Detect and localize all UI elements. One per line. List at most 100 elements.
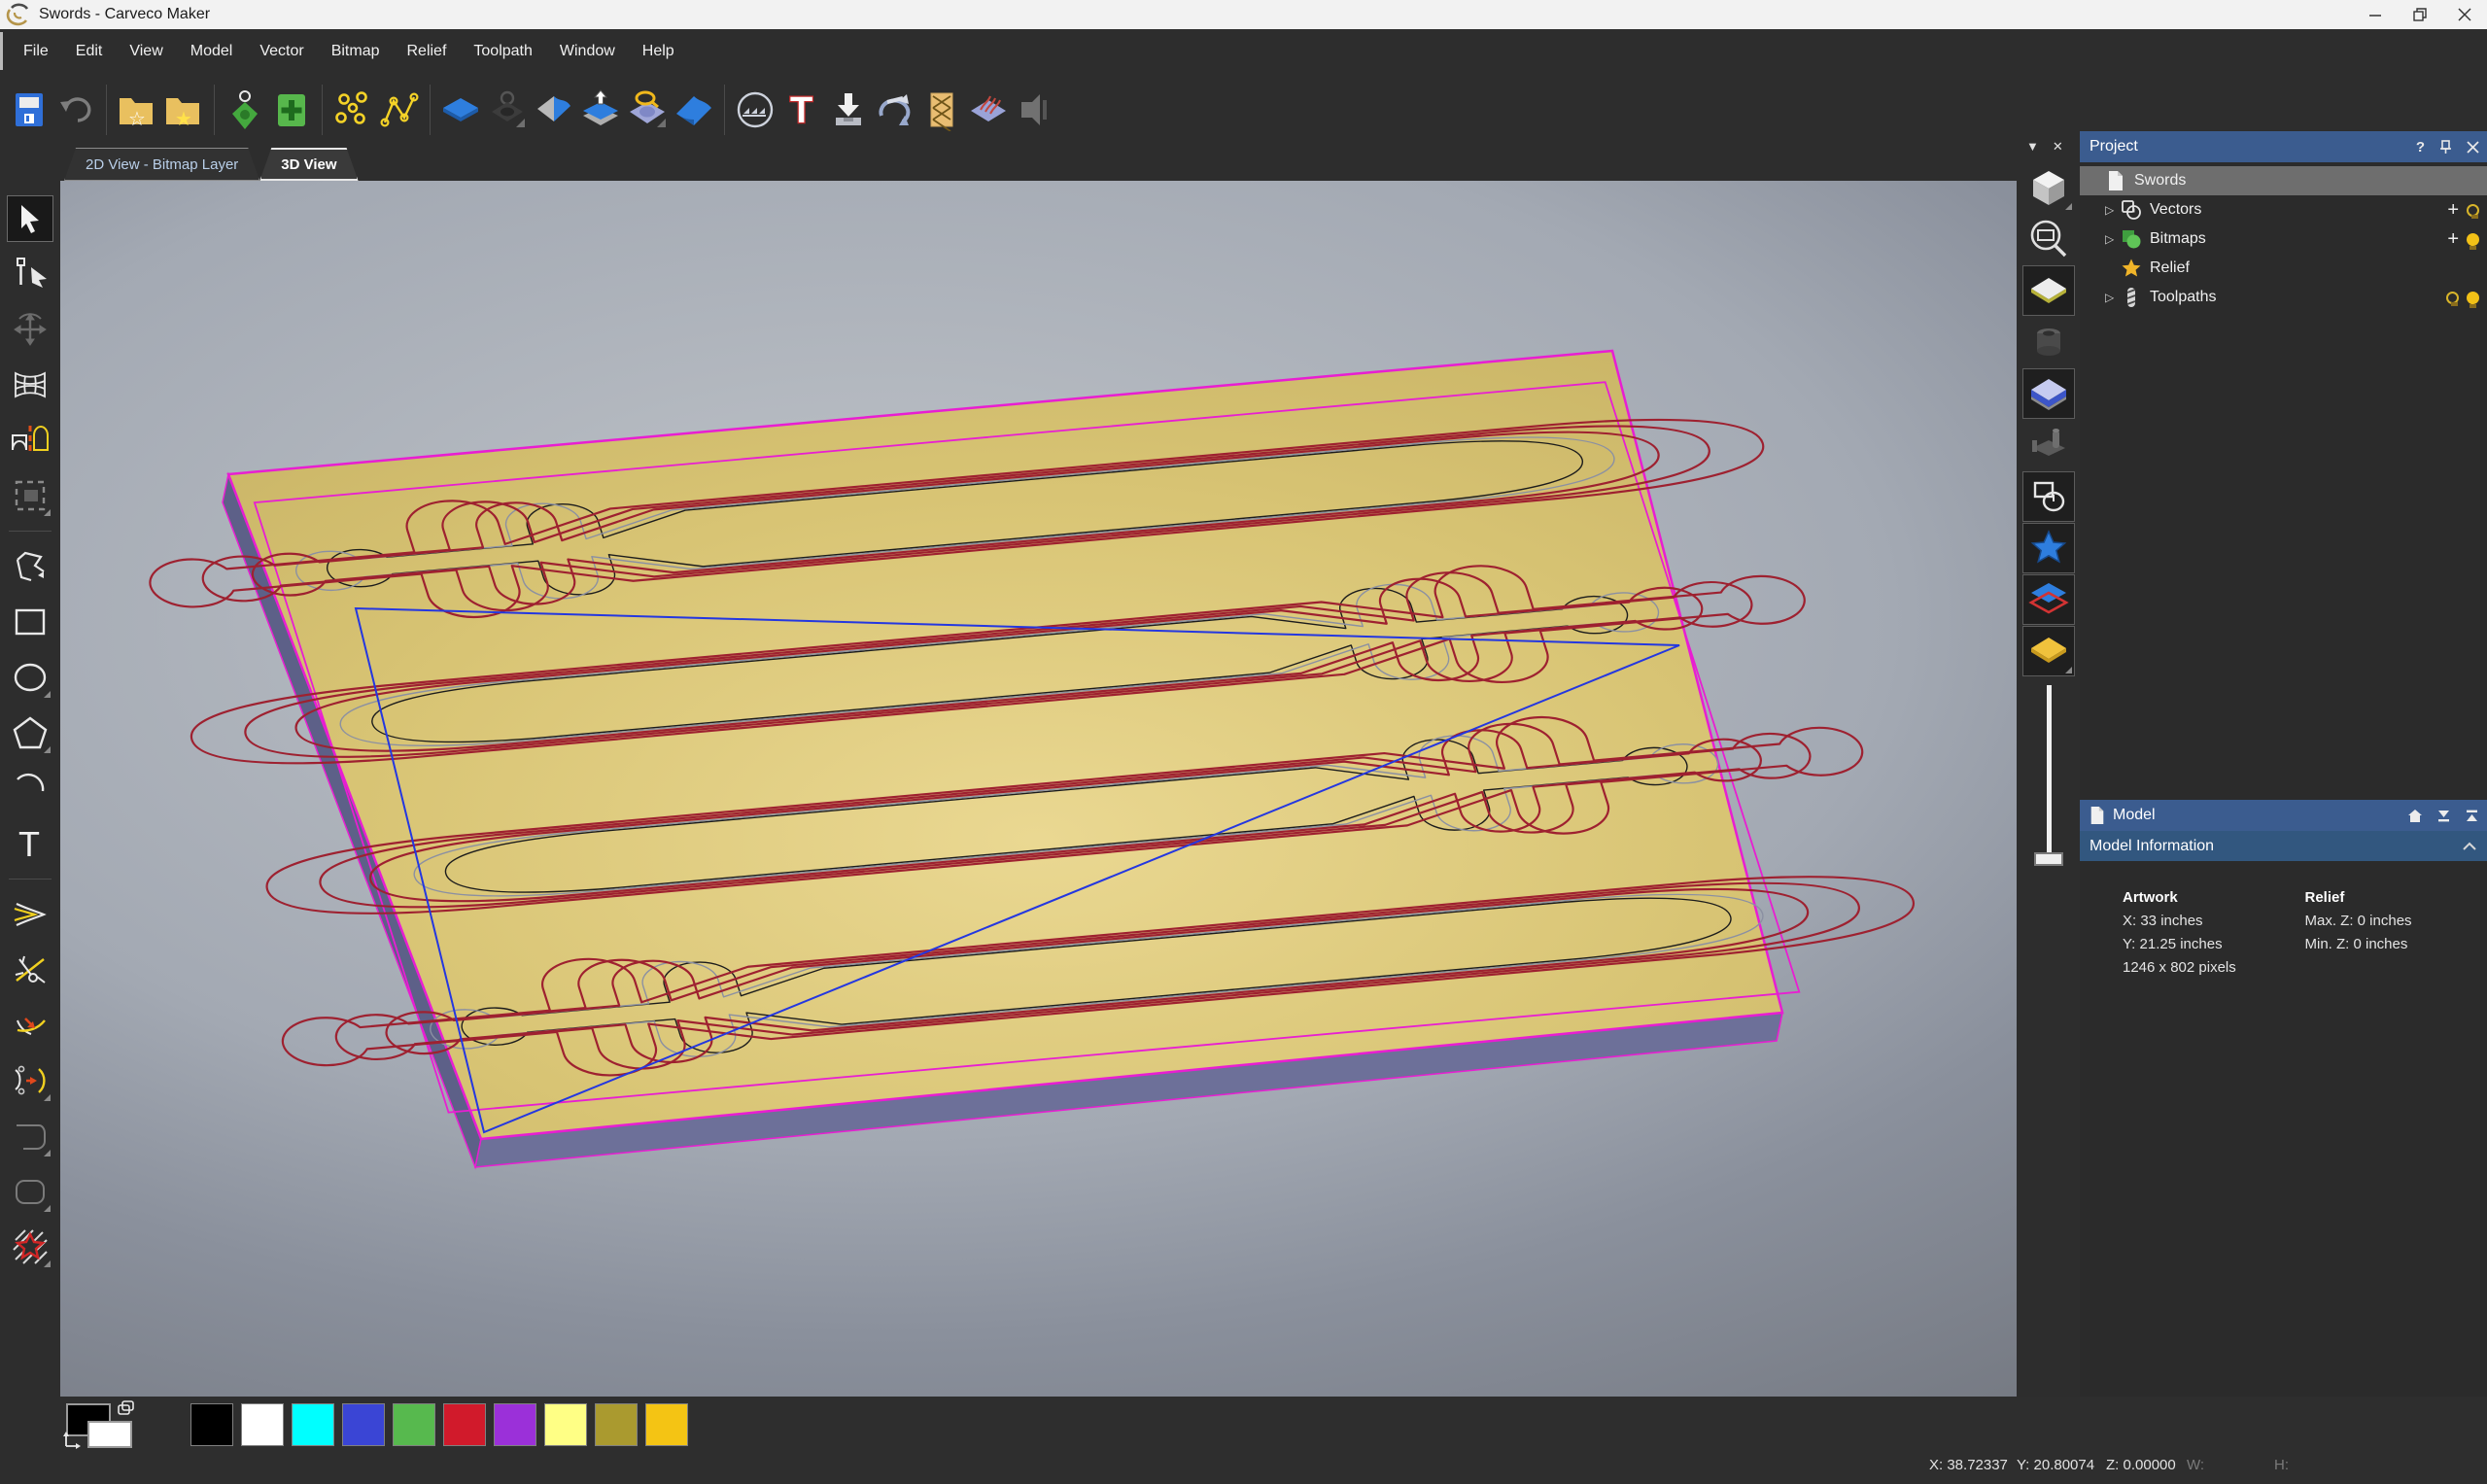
trim-vectors-tool[interactable] xyxy=(8,948,52,992)
model-information-header[interactable]: Model Information xyxy=(2080,831,2487,861)
menu-help[interactable]: Help xyxy=(629,37,688,66)
palette-swatch-black[interactable] xyxy=(190,1403,233,1446)
dock-top-icon[interactable] xyxy=(2465,809,2479,823)
panel-close-icon[interactable]: ✕ xyxy=(2053,139,2063,155)
isometric-view-button[interactable] xyxy=(2023,163,2074,212)
palette-swatch-red[interactable] xyxy=(443,1403,486,1446)
dock-bottom-icon[interactable] xyxy=(2436,809,2451,823)
tab-3d-view[interactable]: 3D View xyxy=(259,148,358,181)
zoom-to-box-button[interactable] xyxy=(2023,215,2074,263)
fillet-tool[interactable] xyxy=(8,1003,52,1048)
model-panel-header[interactable]: Model xyxy=(2080,800,2487,831)
palette-swatch-white[interactable] xyxy=(241,1403,284,1446)
menu-edit[interactable]: Edit xyxy=(62,37,117,66)
slider-handle[interactable] xyxy=(2034,852,2063,866)
weave-wizard-button[interactable] xyxy=(918,81,965,139)
swap-colors-icon[interactable] xyxy=(62,1431,82,1450)
restore-button[interactable] xyxy=(2398,0,2442,29)
palette-swatch-olive[interactable] xyxy=(595,1403,638,1446)
shade-slider[interactable] xyxy=(2023,685,2074,880)
create-polyline-tool[interactable] xyxy=(8,544,52,589)
join-vectors-tool[interactable] xyxy=(8,1058,52,1103)
palette-swatch-gold[interactable] xyxy=(645,1403,688,1446)
relief-pin-button[interactable] xyxy=(484,81,531,139)
select-tool[interactable] xyxy=(8,196,52,241)
render-relief-button[interactable] xyxy=(732,81,778,139)
primary-secondary-colors[interactable] xyxy=(62,1399,190,1450)
palette-swatch-cyan[interactable] xyxy=(292,1403,334,1446)
add-bitmap-layer-icon[interactable]: + xyxy=(2447,233,2459,246)
save-model-button[interactable]: ★ xyxy=(160,81,207,139)
expand-arrow-icon[interactable]: ▷ xyxy=(2105,203,2119,217)
menu-bitmap[interactable]: Bitmap xyxy=(318,37,394,66)
menu-relief[interactable]: Relief xyxy=(393,37,460,66)
secondary-color-swatch[interactable] xyxy=(87,1421,132,1448)
undo-button[interactable] xyxy=(52,81,99,139)
slider-track[interactable] xyxy=(2047,685,2052,858)
material-view-button[interactable] xyxy=(2023,627,2074,675)
menu-model[interactable]: Model xyxy=(177,37,247,66)
smooth-relief-button[interactable] xyxy=(671,81,717,139)
create-rectangle-tool[interactable] xyxy=(8,600,52,644)
texture-relief-button[interactable] xyxy=(965,81,1012,139)
expand-arrow-icon[interactable]: ▷ xyxy=(2105,232,2119,246)
bitmaps-visibility-icon[interactable] xyxy=(2467,233,2479,246)
close-panel-icon[interactable] xyxy=(2467,141,2479,154)
transform-tool[interactable] xyxy=(8,307,52,352)
3d-viewport[interactable] xyxy=(60,181,2017,1397)
create-text-tool[interactable]: T xyxy=(8,821,52,866)
palette-swatch-purple[interactable] xyxy=(494,1403,536,1446)
toolpaths-3d-visibility-icon[interactable] xyxy=(2467,292,2479,304)
draft-quality-button[interactable] xyxy=(2023,266,2074,315)
raise-relief-button[interactable] xyxy=(577,81,624,139)
project-panel-header[interactable]: Project ? xyxy=(2080,131,2487,162)
tab-2d-view[interactable]: 2D View - Bitmap Layer xyxy=(64,148,259,181)
copy-colors-icon[interactable] xyxy=(117,1399,136,1417)
save-button[interactable] xyxy=(6,81,52,139)
create-circle-tool[interactable] xyxy=(8,655,52,700)
profile-view-button[interactable] xyxy=(2023,472,2074,521)
tree-item-bitmaps[interactable]: ▷ Bitmaps + xyxy=(2080,224,2487,254)
tree-item-vectors[interactable]: ▷ Vectors + xyxy=(2080,195,2487,224)
panel-collapse-icon[interactable]: ▼ xyxy=(2026,139,2039,155)
create-polyline-button[interactable] xyxy=(376,81,423,139)
import-relief-button[interactable] xyxy=(825,81,872,139)
toolpaths-2d-visibility-icon[interactable] xyxy=(2446,292,2459,304)
palette-swatch-blue[interactable] xyxy=(342,1403,385,1446)
minimize-button[interactable] xyxy=(2353,0,2398,29)
new-relief-layer-button[interactable] xyxy=(437,81,484,139)
tree-item-toolpaths[interactable]: ▷ Toolpaths xyxy=(2080,283,2487,312)
expand-arrow-icon[interactable]: ▷ xyxy=(2105,291,2119,304)
pin-icon[interactable] xyxy=(2438,140,2453,155)
title-bar[interactable]: Swords - Carveco Maker xyxy=(0,0,2487,29)
tree-item-swords[interactable]: Swords xyxy=(2080,166,2487,195)
greyscale-view-button[interactable] xyxy=(2023,524,2074,572)
add-model-button[interactable] xyxy=(268,81,315,139)
bitmap-select-tool[interactable] xyxy=(8,473,52,518)
add-vector-layer-icon[interactable]: + xyxy=(2447,204,2459,217)
menu-vector[interactable]: Vector xyxy=(246,37,317,66)
create-arc-tool[interactable] xyxy=(8,766,52,811)
node-editing-tool[interactable] xyxy=(8,252,52,296)
open-model-button[interactable]: ☆ xyxy=(114,81,160,139)
interactive-sculpting-button[interactable] xyxy=(872,81,918,139)
menu-view[interactable]: View xyxy=(116,37,176,66)
home-icon[interactable] xyxy=(2407,809,2423,823)
create-points-button[interactable] xyxy=(329,81,376,139)
menu-toolpath[interactable]: Toolpath xyxy=(460,37,546,66)
shade-quality-button[interactable] xyxy=(2023,369,2074,418)
select-relief-button[interactable] xyxy=(624,81,671,139)
model-pin-button[interactable] xyxy=(222,81,268,139)
mirror-tool[interactable] xyxy=(8,418,52,463)
create-curve-tool[interactable] xyxy=(8,1114,52,1158)
close-button[interactable] xyxy=(2442,0,2487,29)
split-relief-button[interactable] xyxy=(531,81,577,139)
create-rounded-rectangle-tool[interactable] xyxy=(8,1169,52,1214)
create-vector-text-button[interactable]: T xyxy=(778,81,825,139)
vectors-visibility-icon[interactable] xyxy=(2467,204,2479,217)
relief-clip-button[interactable] xyxy=(1012,81,1058,139)
help-icon[interactable]: ? xyxy=(2416,139,2425,155)
palette-swatch-pale-yellow[interactable] xyxy=(544,1403,587,1446)
distort-tool[interactable] xyxy=(8,362,52,407)
colour-shade-view-button[interactable] xyxy=(2023,575,2074,624)
